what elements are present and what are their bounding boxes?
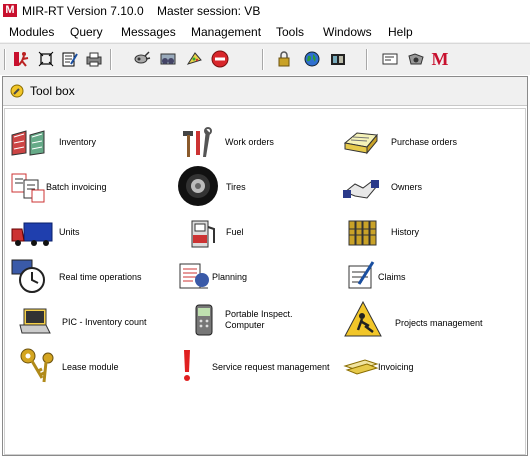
handheld-computer-icon — [195, 304, 213, 336]
tool-label: PIC - Inventory count — [62, 317, 147, 327]
exclamation-icon — [184, 350, 190, 381]
construction-sign-icon — [344, 300, 382, 337]
tool-label: Batch invoicing — [46, 182, 107, 192]
tool-purchase-orders[interactable]: Purchase orders — [343, 125, 518, 161]
purchase-orders-icon — [343, 132, 378, 155]
menu-tools[interactable]: Tools — [276, 25, 304, 39]
toolbar: M — [0, 43, 530, 76]
toolbar-separator — [4, 49, 6, 70]
tools-icon — [183, 127, 212, 157]
tool-label: Projects management — [395, 318, 483, 328]
lock-icon[interactable] — [274, 49, 294, 69]
toolbox-title-bar[interactable]: Tool box — [3, 77, 527, 106]
printer-icon[interactable] — [84, 49, 104, 69]
planning-icon — [179, 263, 209, 289]
tool-label: Planning — [212, 272, 248, 282]
m-logo-icon[interactable]: M — [430, 49, 450, 69]
wrench-icon — [10, 84, 24, 98]
tool-label: Units — [59, 227, 80, 237]
tool-fuel[interactable]: Fuel — [186, 215, 346, 251]
tool-invoicing[interactable]: Invoicing — [343, 348, 518, 384]
tool-owners[interactable]: Owners — [343, 170, 518, 206]
tool-label: Lease module — [62, 362, 119, 372]
tool-label: Service request management — [212, 362, 330, 372]
tool-label: History — [391, 227, 420, 237]
tool-label: Work orders — [225, 137, 274, 147]
history-binders-icon — [348, 220, 377, 246]
tool-work-orders[interactable]: Work orders — [180, 125, 340, 161]
tool-label: Inventory — [59, 137, 97, 147]
tool-history[interactable]: History — [345, 215, 520, 251]
menu-query[interactable]: Query — [70, 25, 103, 39]
glasses-icon[interactable] — [158, 49, 178, 69]
toolbox-title: Tool box — [30, 84, 75, 98]
menu-modules[interactable]: Modules — [9, 25, 54, 39]
menu-windows[interactable]: Windows — [323, 25, 372, 39]
tool-label: Claims — [378, 272, 406, 282]
tire-icon — [178, 166, 218, 206]
tool-label: Portable Inspect. Computer — [225, 309, 293, 330]
invoice-icon — [343, 359, 379, 375]
fuel-pump-icon — [191, 220, 215, 248]
tool-tires[interactable]: Tires — [176, 164, 336, 208]
menu-help[interactable]: Help — [388, 25, 413, 39]
message-icon[interactable] — [380, 49, 400, 69]
tool-label: Real time operations — [59, 272, 142, 282]
keys-icon — [20, 348, 54, 383]
tool-units[interactable]: Units — [10, 215, 170, 251]
resize-icon[interactable] — [36, 49, 56, 69]
camera-icon[interactable] — [406, 49, 426, 69]
runner-icon[interactable] — [12, 49, 32, 69]
toolbar-separator — [110, 49, 112, 70]
tool-portable-inspect-computer[interactable]: Portable Inspect. Computer — [186, 303, 346, 339]
tool-inventory[interactable]: Inventory — [10, 125, 170, 161]
toolbar-separator — [262, 49, 264, 70]
batch-invoicing-icon — [11, 173, 45, 203]
tool-label: Owners — [391, 182, 423, 192]
title-bar: M MIR-RT Version 7.10.0 Master session: … — [0, 0, 530, 22]
globe-icon[interactable] — [302, 49, 322, 69]
stop-icon[interactable] — [210, 49, 230, 69]
tool-service-request-management[interactable]: Service request management — [178, 348, 348, 384]
tool-label: Invoicing — [378, 362, 414, 372]
tool-planning[interactable]: Planning — [176, 258, 336, 294]
inventory-icon — [11, 130, 45, 156]
inventory-count-icon — [19, 308, 51, 334]
tool-batch-invoicing[interactable]: Batch invoicing — [10, 170, 170, 206]
tool-label: Fuel — [226, 227, 244, 237]
tool-label: Tires — [226, 182, 246, 192]
tool-claims[interactable]: Claims — [345, 258, 520, 294]
truck-icon — [11, 222, 53, 246]
clock-icon — [11, 259, 45, 293]
menu-messages[interactable]: Messages — [121, 25, 176, 39]
filmstrip-icon[interactable] — [328, 49, 348, 69]
tool-label: Purchase orders — [391, 137, 458, 147]
app-logo: M — [3, 4, 17, 17]
handshake-icon — [343, 180, 379, 199]
palette-icon[interactable] — [184, 49, 204, 69]
claims-icon — [348, 261, 375, 289]
toolbar-separator — [366, 49, 368, 70]
tools-gear-icon[interactable] — [132, 49, 152, 69]
tool-lease-module[interactable]: Lease module — [18, 346, 188, 386]
menu-management[interactable]: Management — [191, 25, 261, 39]
tool-real-time-operations[interactable]: Real time operations — [10, 258, 180, 294]
menu-bar: Modules Query Messages Management Tools … — [0, 22, 530, 42]
edit-form-icon[interactable] — [60, 49, 80, 69]
tool-projects-management[interactable]: Projects management — [343, 300, 520, 342]
tool-pic-inventory-count[interactable]: PIC - Inventory count — [16, 303, 186, 339]
window-title: MIR-RT Version 7.10.0 Master session: VB — [22, 4, 261, 18]
